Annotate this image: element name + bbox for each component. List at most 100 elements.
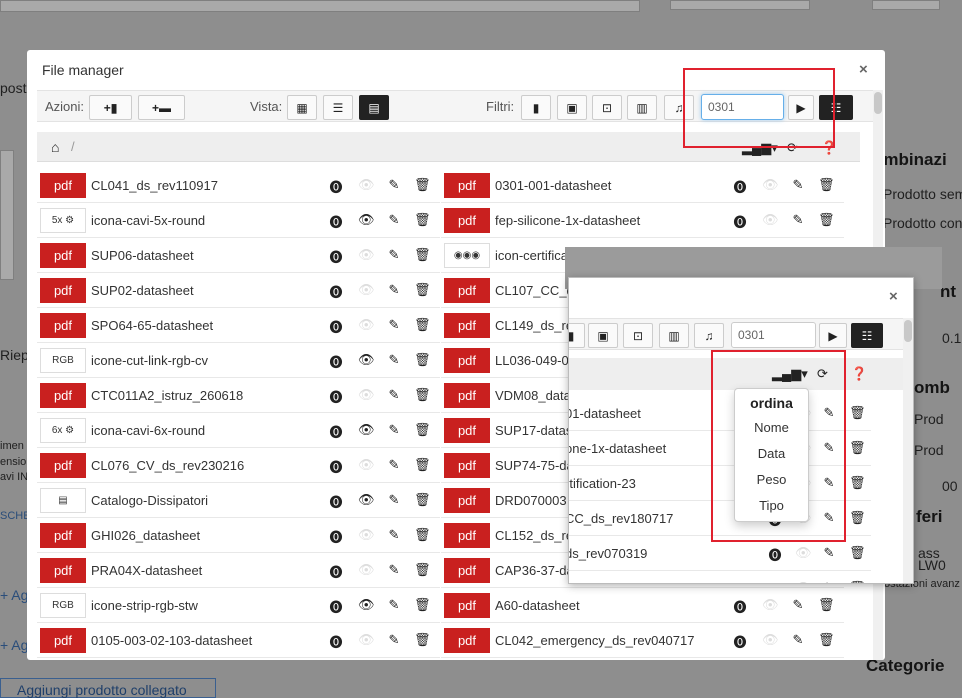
- file-row[interactable]: pdf CTC011A2_istruz_260618 ⓿ 👁 ✎ 🗑: [37, 378, 440, 413]
- pencil-icon[interactable]: ✎: [790, 597, 806, 613]
- pencil-icon[interactable]: ✎: [386, 422, 402, 438]
- file-name[interactable]: CC_ds_rev180717: [569, 511, 673, 526]
- file-row[interactable]: 6x ⚙ icona-cavi-6x-round ⓿ 👁 ✎ 🗑: [37, 413, 440, 448]
- file-name[interactable]: SUP17-datas: [495, 423, 572, 438]
- trash-icon[interactable]: 🗑: [849, 405, 866, 421]
- eye-icon[interactable]: 👁: [358, 457, 375, 473]
- eye-icon[interactable]: 👁: [358, 352, 375, 368]
- search-go-button[interactable]: ▶: [819, 323, 847, 348]
- file-row[interactable]: pdf SUP06-datasheet ⓿ 👁 ✎ 🗑: [37, 238, 440, 273]
- pencil-icon[interactable]: ✎: [790, 177, 806, 193]
- eye-icon[interactable]: 👁: [358, 177, 375, 193]
- pencil-icon[interactable]: ✎: [386, 247, 402, 263]
- trash-icon[interactable]: 🗑: [818, 632, 835, 648]
- scrollbar-thumb[interactable]: [904, 320, 912, 342]
- pencil-icon[interactable]: ✎: [790, 632, 806, 648]
- file-name[interactable]: SUP06-datasheet: [91, 248, 194, 263]
- eye-icon[interactable]: 👁: [762, 632, 779, 648]
- file-name[interactable]: fep-silicone-1x-datasheet: [495, 213, 640, 228]
- file-name[interactable]: rtification-23: [569, 476, 636, 491]
- eye-icon[interactable]: 👁: [762, 177, 779, 193]
- file-name[interactable]: PRA04X-datasheet: [91, 563, 202, 578]
- file-name[interactable]: icone-cut-link-rgb-cv: [91, 353, 208, 368]
- trash-icon[interactable]: 🗑: [414, 527, 431, 543]
- file-name[interactable]: A60-datasheet: [495, 598, 580, 613]
- add-folder-button[interactable]: +▬: [138, 95, 185, 120]
- filter-video-button[interactable]: ▥: [627, 95, 657, 120]
- info-icon[interactable]: ⓿: [732, 597, 748, 616]
- trash-icon[interactable]: 🗑: [414, 352, 431, 368]
- pencil-icon[interactable]: ✎: [790, 212, 806, 228]
- filter-document-button[interactable]: ▮: [569, 323, 585, 348]
- file-row[interactable]: pdf SPO64-65-datasheet ⓿ 👁 ✎ 🗑: [37, 308, 440, 343]
- file-name[interactable]: DRD070003: [495, 493, 567, 508]
- filter-image-button[interactable]: ▣: [588, 323, 618, 348]
- info-icon[interactable]: ⓿: [328, 247, 344, 266]
- info-icon[interactable]: ⓿: [328, 597, 344, 616]
- file-row[interactable]: pdf 0105-003-02-103-datasheet ⓿ 👁 ✎ 🗑: [37, 623, 440, 658]
- file-name[interactable]: SUP74-75-da: [495, 458, 574, 473]
- eye-icon[interactable]: 👁: [795, 580, 812, 583]
- file-row[interactable]: pdf A60-datasheet ⓿ 👁 ✎ 🗑: [441, 588, 844, 623]
- file-name[interactable]: icona-cavi-5x-round: [91, 213, 205, 228]
- file-name[interactable]: Catalogo-Dissipatori: [91, 493, 208, 508]
- eye-icon[interactable]: 👁: [358, 632, 375, 648]
- pencil-icon[interactable]: ✎: [821, 580, 837, 583]
- file-name[interactable]: ds_rev070319: [569, 546, 647, 561]
- file-name[interactable]: VDM08_data: [495, 388, 571, 403]
- pencil-icon[interactable]: ✎: [386, 527, 402, 543]
- info-icon[interactable]: ⓿: [328, 562, 344, 581]
- file-name[interactable]: one-1x-datasheet: [569, 441, 666, 456]
- view-grid-button[interactable]: ▦: [287, 95, 317, 120]
- eye-icon[interactable]: 👁: [358, 387, 375, 403]
- trash-icon[interactable]: 🗑: [414, 317, 431, 333]
- file-name[interactable]: CL076_CV_ds_rev230216: [91, 458, 244, 473]
- pencil-icon[interactable]: ✎: [386, 457, 402, 473]
- file-name[interactable]: GHI026_datasheet: [91, 528, 200, 543]
- info-icon[interactable]: ⓿: [328, 422, 344, 441]
- file-row[interactable]: 5x ⚙ icona-cavi-5x-round ⓿ 👁 ✎ 🗑: [37, 203, 440, 238]
- filter-document-button[interactable]: ▮: [521, 95, 551, 120]
- eye-icon[interactable]: 👁: [358, 492, 375, 508]
- file-row[interactable]: pdf CL076_CV_ds_rev230216 ⓿ 👁 ✎ 🗑: [37, 448, 440, 483]
- file-row[interactable]: pdf GHI026_datasheet ⓿ 👁 ✎ 🗑: [37, 518, 440, 553]
- file-name[interactable]: 0105-003-02-103-datasheet: [91, 633, 252, 648]
- trash-icon[interactable]: 🗑: [414, 422, 431, 438]
- info-icon[interactable]: ⓿: [732, 177, 748, 196]
- file-name[interactable]: SUP02-datasheet: [91, 283, 194, 298]
- file-row[interactable]: ▤ Catalogo-Dissipatori ⓿ 👁 ✎ 🗑: [37, 483, 440, 518]
- trash-icon[interactable]: 🗑: [414, 562, 431, 578]
- pencil-icon[interactable]: ✎: [386, 317, 402, 333]
- pencil-icon[interactable]: ✎: [386, 177, 402, 193]
- info-icon[interactable]: ⓿: [328, 387, 344, 406]
- file-row[interactable]: pdf CL042_emergency_ds_rev040717 ⓿ 👁 ✎ 🗑: [441, 623, 844, 658]
- pencil-icon[interactable]: ✎: [386, 282, 402, 298]
- info-icon[interactable]: ⓿: [767, 580, 783, 583]
- info-icon[interactable]: ⓿: [328, 317, 344, 336]
- add-file-button[interactable]: +▮: [89, 95, 132, 120]
- help-icon[interactable]: ❓: [851, 366, 867, 382]
- file-name[interactable]: LL036-049-0: [495, 353, 569, 368]
- file-name[interactable]: 01-datasheet: [569, 406, 641, 421]
- trash-icon[interactable]: 🗑: [818, 212, 835, 228]
- scrollbar-thumb[interactable]: [874, 92, 882, 114]
- file-row[interactable]: pdf PRA04X-datasheet ⓿ 👁 ✎ 🗑: [37, 553, 440, 588]
- trash-icon[interactable]: 🗑: [849, 475, 866, 491]
- filter-archive-button[interactable]: ⊡: [623, 323, 653, 348]
- file-name[interactable]: CAP36-37-da: [495, 563, 574, 578]
- pencil-icon[interactable]: ✎: [386, 352, 402, 368]
- trash-icon[interactable]: 🗑: [414, 492, 431, 508]
- view-list-button[interactable]: ☰: [323, 95, 353, 120]
- file-name[interactable]: CL149_ds_re: [495, 318, 573, 333]
- view-columns-button[interactable]: ▤: [359, 95, 389, 120]
- trash-icon[interactable]: 🗑: [414, 632, 431, 648]
- info-icon[interactable]: ⓿: [328, 527, 344, 546]
- trash-icon[interactable]: 🗑: [414, 212, 431, 228]
- trash-icon[interactable]: 🗑: [818, 177, 835, 193]
- file-row[interactable]: 10-052-072-103-datasheet ⓿ 👁 ✎ 🗑: [569, 571, 871, 583]
- info-icon[interactable]: ⓿: [328, 177, 344, 196]
- file-name[interactable]: icone-strip-rgb-stw: [91, 598, 198, 613]
- file-row[interactable]: pdf 0301-001-datasheet ⓿ 👁 ✎ 🗑: [441, 168, 844, 203]
- home-icon[interactable]: ⌂: [51, 139, 59, 155]
- pencil-icon[interactable]: ✎: [821, 545, 837, 561]
